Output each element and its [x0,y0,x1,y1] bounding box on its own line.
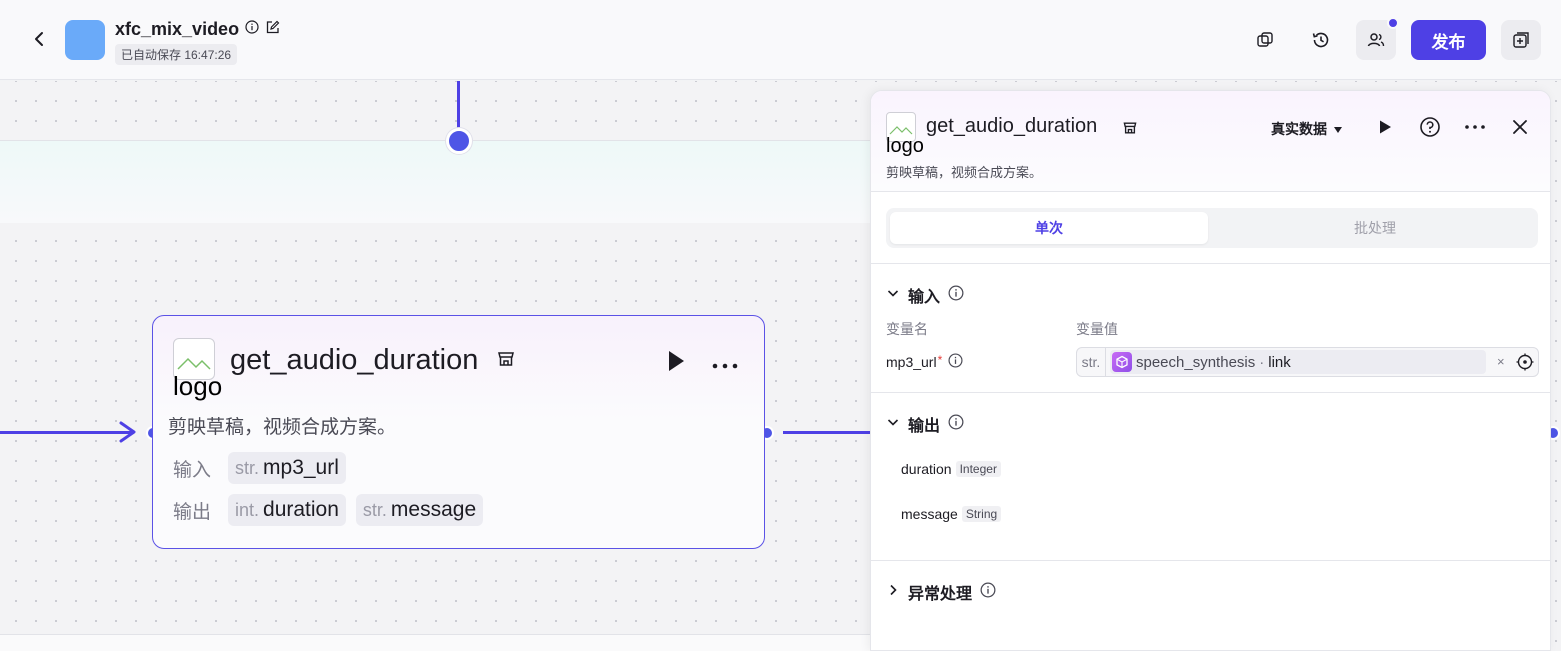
publish-button[interactable]: 发布 [1411,20,1486,60]
node-output-chip: str. message [355,494,484,526]
panel-header: logo get_audio_duration 剪映草稿，视频合成方案。 真实数… [871,91,1550,192]
chip-name: duration [263,498,339,521]
data-source-label: 真实数据 [1271,121,1327,137]
node-title: get_audio_duration [230,344,479,376]
divider [871,392,1550,393]
param-name-label: mp3_url [886,354,937,370]
required-marker: * [937,353,943,367]
chip-name: message [390,498,477,521]
app-title: xfc_mix_video [115,19,240,39]
save-status: 已自动保存 16:47:26 [115,44,238,65]
panel-logo-alt: logo [886,135,924,157]
more-icon[interactable] [1463,115,1487,139]
error-handling-section-title: 异常处理 [908,586,973,603]
target-icon[interactable] [1516,353,1534,376]
error-handling-section-header[interactable]: 异常处理 [886,580,996,604]
run-icon[interactable] [1373,115,1397,139]
info-icon[interactable] [245,20,259,39]
add-to-project-icon[interactable] [1501,20,1541,60]
variable-reference-field[interactable]: str. speech_synthesis · link × [1076,347,1539,377]
chip-name: mp3_url [263,456,339,479]
chip-type: str. [362,499,387,520]
node-output-chip: int. duration [228,494,346,526]
store-icon [496,349,516,374]
node-logo-alt: logo [173,371,223,401]
panel-title: get_audio_duration [926,115,1098,137]
notification-badge [1387,17,1399,29]
more-icon[interactable] [711,357,739,375]
edge-connector [0,431,134,434]
plugin-node-card[interactable]: logo get_audio_duration 剪映草稿，视频合成方案。 输入 … [152,315,765,549]
output-field-name: duration [901,461,952,477]
data-source-dropdown[interactable]: 真实数据 [1271,119,1343,139]
node-port[interactable] [446,128,472,154]
input-section-title: 输入 [908,289,941,306]
run-icon[interactable] [666,349,686,378]
chip-type: str. [235,457,260,478]
node-input-row: 输入 str. mp3_url [173,452,346,484]
node-input-chip: str. mp3_url [228,452,346,484]
column-header-name: 变量名 [886,321,928,337]
output-field-name: message [901,506,958,522]
output-field-type: Integer [955,461,1001,477]
chevron-down-icon [886,286,900,305]
chip-type: int. [235,499,260,520]
store-icon [1122,120,1138,141]
output-section-title: 输出 [908,418,941,435]
output-section-header[interactable]: 输出 [886,412,964,436]
chevron-down-icon [886,415,900,434]
ref-separator: · [1259,353,1265,371]
node-output-row: 输出 int. duration str. message [173,494,484,526]
cube-icon [1112,352,1132,372]
output-field-row: duration Integer [901,461,1001,477]
node-description: 剪映草稿，视频合成方案。 [168,417,397,438]
app-title-row: xfc_mix_video [115,19,280,40]
canvas-node-band [0,140,870,223]
close-icon[interactable] [1508,115,1532,139]
variable-type: str. [1077,348,1106,376]
chevron-right-icon [886,583,900,602]
top-header: xfc_mix_video 已自动保存 16:47:26 发布 [0,0,1561,80]
variable-reference-tag[interactable]: speech_synthesis · link [1110,350,1486,374]
info-icon[interactable] [948,353,963,371]
info-icon[interactable] [948,285,964,306]
output-field-type: String [961,506,1002,522]
tab-single[interactable]: 单次 [890,212,1208,244]
divider [871,560,1550,561]
output-field-row: message String [901,506,1002,522]
tab-batch[interactable]: 批处理 [1216,212,1534,244]
ref-field-name: link [1268,353,1291,371]
edge-connector [457,81,460,131]
history-icon[interactable] [1301,20,1341,60]
edge-arrow-icon [119,421,136,443]
input-section-header[interactable]: 输入 [886,283,964,307]
panel-description: 剪映草稿，视频合成方案。 [886,165,1043,180]
help-icon[interactable] [1418,115,1442,139]
caret-down-icon [1333,121,1343,137]
info-icon[interactable] [980,582,996,603]
duplicate-icon[interactable] [1245,20,1285,60]
clear-icon[interactable]: × [1497,354,1505,369]
run-mode-tabs: 单次 批处理 [886,208,1538,248]
divider [871,263,1550,264]
param-mp3-url: mp3_url * [886,353,963,371]
node-config-panel: logo get_audio_duration 剪映草稿，视频合成方案。 真实数… [870,90,1551,651]
column-header-value: 变量值 [1076,321,1118,337]
back-arrow-icon[interactable] [28,28,50,50]
collaborators-icon[interactable] [1356,17,1399,60]
edge-connector [783,431,873,434]
canvas-bottom-band [0,634,870,651]
ref-node-name: speech_synthesis [1136,353,1256,371]
node-output-label: 输出 [173,501,212,523]
app-avatar [65,20,105,60]
edit-icon[interactable] [265,20,280,40]
node-input-label: 输入 [173,459,212,481]
info-icon[interactable] [948,414,964,435]
